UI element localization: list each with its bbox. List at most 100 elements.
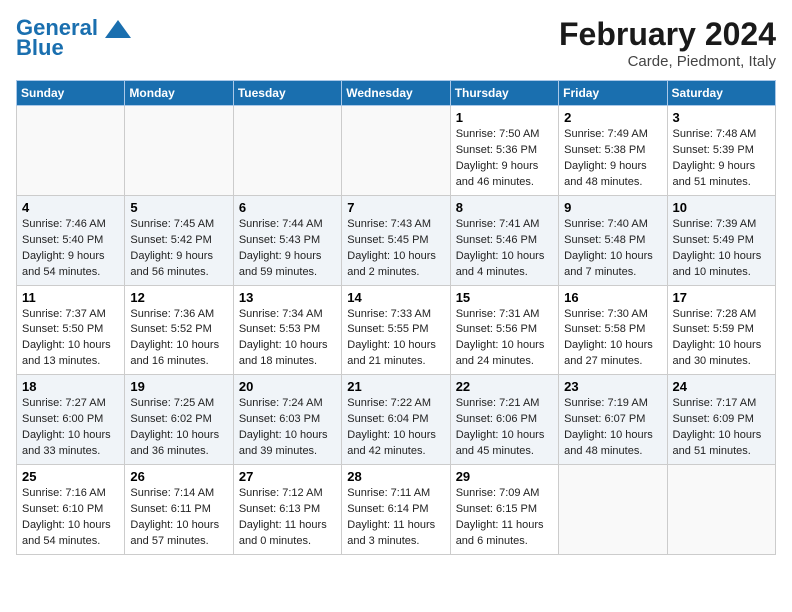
day-number: 5 <box>130 200 227 215</box>
calendar-table: SundayMondayTuesdayWednesdayThursdayFrid… <box>16 80 776 555</box>
calendar-cell: 19Sunrise: 7:25 AMSunset: 6:02 PMDayligh… <box>125 375 233 465</box>
location-subtitle: Carde, Piedmont, Italy <box>559 53 776 70</box>
calendar-cell: 29Sunrise: 7:09 AMSunset: 6:15 PMDayligh… <box>450 465 558 555</box>
calendar-cell <box>667 465 775 555</box>
calendar-cell: 15 Sunrise: 7:31 AMSunset: 5:56 PMDayligh… <box>450 285 558 375</box>
calendar-cell: 28 Sunrise: 7:11 AMSunset: 6:14 PMDayligh… <box>342 465 450 555</box>
day-number: 14 <box>347 290 444 305</box>
calendar-cell: 3 Sunrise: 7:48 AMSunset: 5:39 PMDaylight… <box>667 106 775 196</box>
weekday-header-saturday: Saturday <box>667 81 775 106</box>
weekday-header-thursday: Thursday <box>450 81 558 106</box>
day-number: 15 <box>456 290 553 305</box>
day-info: Sunrise: 7:31 AMSunset: 5:56 PMDaylight:… <box>456 307 553 371</box>
day-number: 1 <box>456 110 553 125</box>
day-number: 13 <box>239 290 336 305</box>
day-info: Sunrise: 7:22 AMSunset: 6:04 PMDaylight:… <box>347 396 444 460</box>
calendar-week-5: 25 Sunrise: 7:16 AMSunset: 6:10 PMDayligh… <box>17 465 776 555</box>
day-number: 21 <box>347 379 444 394</box>
day-number: 20 <box>239 379 336 394</box>
logo-icon <box>105 20 131 38</box>
day-number: 11 <box>22 290 119 305</box>
day-info: Sunrise: 7:17 AMSunset: 6:09 PMDaylight:… <box>673 396 770 460</box>
day-info: Sunrise: 7:37 AMSunset: 5:50 PMDaylight:… <box>22 307 119 371</box>
day-info: Sunrise: 7:21 AMSunset: 6:06 PMDaylight:… <box>456 396 553 460</box>
day-number: 2 <box>564 110 661 125</box>
calendar-cell: 6 Sunrise: 7:44 AMSunset: 5:43 PMDaylight… <box>233 195 341 285</box>
day-number: 12 <box>130 290 227 305</box>
calendar-cell: 10 Sunrise: 7:39 AMSunset: 5:49 PMDayligh… <box>667 195 775 285</box>
day-info: Sunrise: 7:27 AMSunset: 6:00 PMDaylight:… <box>22 396 119 460</box>
day-number: 27 <box>239 469 336 484</box>
day-info: Sunrise: 7:48 AMSunset: 5:39 PMDaylight:… <box>673 127 770 191</box>
calendar-cell <box>17 106 125 196</box>
day-info: Sunrise: 7:34 AMSunset: 5:53 PMDaylight:… <box>239 307 336 371</box>
calendar-cell: 26Sunrise: 7:14 AMSunset: 6:11 PMDayligh… <box>125 465 233 555</box>
calendar-week-4: 18 Sunrise: 7:27 AMSunset: 6:00 PMDayligh… <box>17 375 776 465</box>
day-info: Sunrise: 7:30 AMSunset: 5:58 PMDaylight:… <box>564 307 661 371</box>
calendar-cell: 16 Sunrise: 7:30 AMSunset: 5:58 PMDayligh… <box>559 285 667 375</box>
day-number: 28 <box>347 469 444 484</box>
day-number: 10 <box>673 200 770 215</box>
calendar-cell: 14 Sunrise: 7:33 AMSunset: 5:55 PMDayligh… <box>342 285 450 375</box>
calendar-cell: 5Sunrise: 7:45 AMSunset: 5:42 PMDaylight… <box>125 195 233 285</box>
calendar-cell: 17 Sunrise: 7:28 AMSunset: 5:59 PMDayligh… <box>667 285 775 375</box>
calendar-cell: 1 Sunrise: 7:50 AMSunset: 5:36 PMDaylight… <box>450 106 558 196</box>
calendar-cell: 12Sunrise: 7:36 AMSunset: 5:52 PMDayligh… <box>125 285 233 375</box>
day-info: Sunrise: 7:50 AMSunset: 5:36 PMDaylight:… <box>456 127 553 191</box>
calendar-cell <box>125 106 233 196</box>
day-number: 19 <box>130 379 227 394</box>
calendar-cell: 24 Sunrise: 7:17 AMSunset: 6:09 PMDayligh… <box>667 375 775 465</box>
weekday-header-friday: Friday <box>559 81 667 106</box>
day-info: Sunrise: 7:40 AMSunset: 5:48 PMDaylight:… <box>564 217 661 281</box>
calendar-cell <box>342 106 450 196</box>
logo: General Blue <box>16 16 132 60</box>
weekday-header-tuesday: Tuesday <box>233 81 341 106</box>
day-info: Sunrise: 7:44 AMSunset: 5:43 PMDaylight:… <box>239 217 336 281</box>
day-number: 7 <box>347 200 444 215</box>
calendar-cell: 11 Sunrise: 7:37 AMSunset: 5:50 PMDayligh… <box>17 285 125 375</box>
day-number: 16 <box>564 290 661 305</box>
weekday-header-row: SundayMondayTuesdayWednesdayThursdayFrid… <box>17 81 776 106</box>
day-info: Sunrise: 7:46 AMSunset: 5:40 PMDaylight:… <box>22 217 119 281</box>
calendar-cell: 21 Sunrise: 7:22 AMSunset: 6:04 PMDayligh… <box>342 375 450 465</box>
day-number: 18 <box>22 379 119 394</box>
day-number: 4 <box>22 200 119 215</box>
day-info: Sunrise: 7:39 AMSunset: 5:49 PMDaylight:… <box>673 217 770 281</box>
calendar-cell: 2 Sunrise: 7:49 AMSunset: 5:38 PMDaylight… <box>559 106 667 196</box>
calendar-cell: 8Sunrise: 7:41 AMSunset: 5:46 PMDaylight… <box>450 195 558 285</box>
day-info: Sunrise: 7:49 AMSunset: 5:38 PMDaylight:… <box>564 127 661 191</box>
weekday-header-monday: Monday <box>125 81 233 106</box>
calendar-cell <box>233 106 341 196</box>
title-block: February 2024 Carde, Piedmont, Italy <box>559 16 776 70</box>
month-title: February 2024 <box>559 16 776 53</box>
day-info: Sunrise: 7:28 AMSunset: 5:59 PMDaylight:… <box>673 307 770 371</box>
day-number: 24 <box>673 379 770 394</box>
day-number: 3 <box>673 110 770 125</box>
day-info: Sunrise: 7:43 AMSunset: 5:45 PMDaylight:… <box>347 217 444 281</box>
calendar-cell: 18 Sunrise: 7:27 AMSunset: 6:00 PMDayligh… <box>17 375 125 465</box>
day-info: Sunrise: 7:41 AMSunset: 5:46 PMDaylight:… <box>456 217 553 281</box>
calendar-cell: 22Sunrise: 7:21 AMSunset: 6:06 PMDayligh… <box>450 375 558 465</box>
calendar-week-3: 11 Sunrise: 7:37 AMSunset: 5:50 PMDayligh… <box>17 285 776 375</box>
calendar-week-1: 1 Sunrise: 7:50 AMSunset: 5:36 PMDaylight… <box>17 106 776 196</box>
day-number: 25 <box>22 469 119 484</box>
page-header: General Blue February 2024 Carde, Piedmo… <box>16 16 776 70</box>
day-number: 6 <box>239 200 336 215</box>
day-info: Sunrise: 7:19 AMSunset: 6:07 PMDaylight:… <box>564 396 661 460</box>
day-number: 26 <box>130 469 227 484</box>
day-info: Sunrise: 7:33 AMSunset: 5:55 PMDaylight:… <box>347 307 444 371</box>
day-number: 23 <box>564 379 661 394</box>
calendar-cell <box>559 465 667 555</box>
calendar-cell: 7 Sunrise: 7:43 AMSunset: 5:45 PMDaylight… <box>342 195 450 285</box>
day-info: Sunrise: 7:11 AMSunset: 6:14 PMDaylight:… <box>347 486 444 550</box>
weekday-header-wednesday: Wednesday <box>342 81 450 106</box>
calendar-cell: 23 Sunrise: 7:19 AMSunset: 6:07 PMDayligh… <box>559 375 667 465</box>
calendar-cell: 4 Sunrise: 7:46 AMSunset: 5:40 PMDaylight… <box>17 195 125 285</box>
calendar-cell: 13 Sunrise: 7:34 AMSunset: 5:53 PMDayligh… <box>233 285 341 375</box>
calendar-cell: 9 Sunrise: 7:40 AMSunset: 5:48 PMDaylight… <box>559 195 667 285</box>
calendar-cell: 27Sunrise: 7:12 AMSunset: 6:13 PMDayligh… <box>233 465 341 555</box>
day-info: Sunrise: 7:16 AMSunset: 6:10 PMDaylight:… <box>22 486 119 550</box>
day-number: 9 <box>564 200 661 215</box>
day-number: 17 <box>673 290 770 305</box>
calendar-week-2: 4 Sunrise: 7:46 AMSunset: 5:40 PMDaylight… <box>17 195 776 285</box>
